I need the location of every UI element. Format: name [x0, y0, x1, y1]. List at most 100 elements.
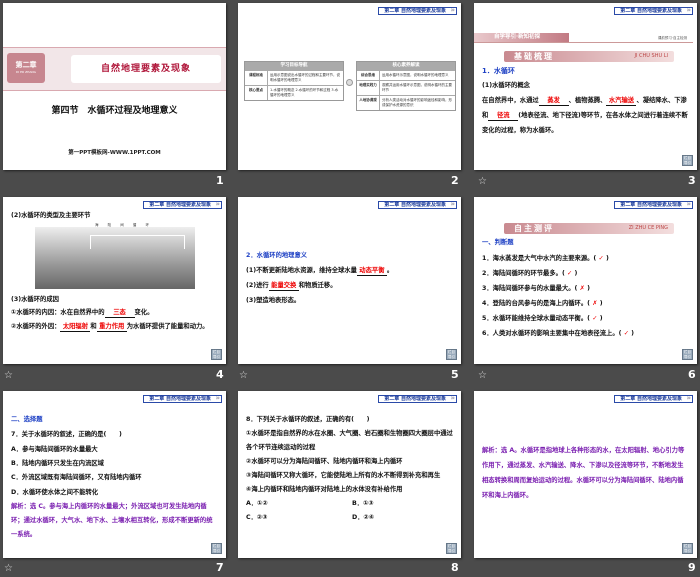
row-key: 综合思维 [357, 71, 380, 80]
paragraph: (3)塑造地表形态。 [246, 297, 301, 304]
row-key: 地理实践力 [357, 81, 380, 95]
row-value: 运用示意图说出水循环的过程和主要环节，说明水循环的地理意义 [270, 73, 340, 82]
cross-icon: ✗ [592, 300, 598, 307]
judgement-item: 2．海陆间循环的环节最多。( ✓ ) [482, 270, 578, 277]
judgement-item: 4．登陆的台风参与的是海上内循环。( ✗ ) [482, 300, 603, 307]
option: B．①③ [352, 500, 374, 507]
answer-blank: 太阳辐射 [60, 323, 91, 332]
question: 7．关于水循环的叙述，正确的是( ) [11, 431, 122, 438]
slide-thumbnail-2[interactable]: 第二章 自然地理要素及现象 学习目标导航 课程标准运用示意图说出水循环的过程和主… [238, 3, 461, 170]
row-key: 人地协调观 [357, 96, 380, 110]
slide-number: 1 [216, 174, 224, 187]
heading: 2．水循环的地理意义 [246, 252, 308, 259]
row-value: 分析人类活动对水循环的影响途径和影响，形成保护水资源的意识 [382, 98, 452, 107]
text: 、植物蒸腾、 [568, 97, 607, 104]
section-right-label: 课前预习·自主检测 [657, 36, 687, 40]
chapter-tag: 第二章 自然地理要素及现象 [143, 201, 222, 209]
slide-number: 3 [688, 174, 696, 187]
chapter-tag: 第二章 自然地理要素及现象 [143, 395, 222, 403]
water-cycle-diagram: 海 陆 间 循 环 [35, 223, 195, 289]
chapter-tag: 第二章 自然地理要素及现象 [378, 201, 457, 209]
paragraph: ①水循环的内因：水在自然界中的 三态 变化。 [11, 306, 218, 319]
statement: ②水循环可以分为海陆间循环、陆地内循环和海上内循环 [246, 458, 403, 465]
statement: 2．海陆间循环的环节最多。( [482, 270, 565, 277]
question: 8．下列关于水循环的叙述，正确的有( ) [246, 416, 370, 423]
judgement-item: 5．水循环能维持全球水量动态平衡。( ✓ ) [482, 315, 603, 322]
text: (1)不断更新陆地水资源，维持全球水量 [246, 267, 357, 274]
row-value: 1.水循环的概念 2.水循环的环节和过程 3.水循环的地理意义 [270, 88, 339, 97]
text: 为水循环提供了能量和动力。 [126, 323, 209, 330]
row-value: 运用水循环示意图，说明水循环的地理意义 [382, 73, 449, 77]
back-button[interactable]: 栏目导引 [446, 349, 457, 360]
question-block: 8．下列关于水循环的叙述，正确的有( ) ①水循环是指自然界的水在水圈、大气圈、… [246, 413, 453, 525]
cycle-arrow [90, 235, 185, 249]
chapter-label: 第二章 [15, 61, 37, 69]
slide-thumbnail-8[interactable]: 第二章 自然地理要素及现象 8．下列关于水循环的叙述，正确的有( ) ①水循环是… [238, 391, 461, 558]
back-button[interactable]: 栏目导引 [446, 543, 457, 554]
star-icon[interactable]: ☆ [478, 176, 487, 187]
slide-thumbnail-7[interactable]: 第二章 自然地理要素及现象 二、选择题 7．关于水循环的叙述，正确的是( ) A… [3, 391, 226, 558]
chapter-pinyin: DI ER ZHANG [15, 70, 36, 74]
paragraph: 在自然界中，水通过 蒸发 、植物蒸腾、 水汽输送 、凝结降水、下渗和 径流 (地表径流、地下… [482, 93, 689, 138]
judgement-item: 3．海陆间循环参与的水量最大。( ✗ ) [482, 285, 590, 292]
banner-pinyin: JI CHU SHU LI [634, 53, 668, 59]
chapter-title: 自然地理要素及现象 [71, 55, 221, 83]
banner-title: 自主测评 [514, 224, 554, 233]
statement: 1．海水蒸发是大气中水汽的主要来源。( [482, 255, 597, 262]
divider [474, 42, 693, 43]
back-button[interactable]: 栏目导引 [682, 155, 693, 166]
check-icon: ✓ [592, 315, 598, 322]
check-icon: ✓ [623, 330, 629, 337]
statement: ③海陆间循环又称大循环，它能使陆地上所有的水不断得到补充和再生 [246, 472, 441, 479]
slide-number: 4 [216, 368, 224, 381]
text: 在自然界中，水通过 [482, 97, 539, 104]
answer-blank: 蒸发 [538, 97, 569, 106]
footer-text: 第一PPT模板网-WWW.1PPT.COM [68, 150, 161, 156]
diagram-title: 海 陆 间 循 环 [95, 223, 153, 227]
chapter-tag: 第二章 自然地理要素及现象 [614, 395, 693, 403]
table-title: 核心素养解读 [357, 62, 455, 70]
slide-thumbnail-9[interactable]: 第二章 自然地理要素及现象 解析：选 A。水循环是指地球上各种形态的水，在太阳辐… [474, 391, 697, 558]
slide-thumbnail-1[interactable]: 第二章 DI ER ZHANG 自然地理要素及现象 第四节 水循环过程及地理意义… [3, 3, 226, 170]
statement: ①水循环是指自然界的水在水圈、大气圈、岩石圈和生物圈四大圈层中通过各个环节连续运… [246, 430, 453, 451]
back-button[interactable]: 栏目导引 [682, 543, 693, 554]
table-title: 学习目标导航 [245, 62, 343, 70]
slide-thumbnail-5[interactable]: 第二章 自然地理要素及现象 2．水循环的地理意义 (1)不断更新陆地水资源，维持… [238, 197, 461, 364]
subheading: (3)水循环的成因 [11, 296, 59, 303]
statement: 4．登陆的台风参与的是海上内循环。( [482, 300, 591, 307]
option: C．②③ [246, 514, 268, 521]
row-key: 核心要点 [245, 86, 268, 100]
row-value: 观察并运用水循环示意图，说明水循环的主要环节 [382, 83, 452, 92]
star-icon[interactable]: ☆ [478, 370, 487, 381]
star-icon[interactable]: ☆ [4, 370, 13, 381]
chapter-tag: 第二章 自然地理要素及现象 [614, 7, 693, 15]
link-circle-icon [346, 79, 353, 86]
star-icon[interactable]: ☆ [239, 370, 248, 381]
banner-title: 基础梳理 [514, 52, 554, 61]
chapter-tag: 第二章 自然地理要素及现象 [378, 395, 457, 403]
answer-blank: 动态平衡 [356, 267, 387, 276]
heading: 1．水循环 [482, 67, 515, 75]
table-row: 人地协调观 分析人类活动对水循环的影响途径和影响，形成保护水资源的意识 [357, 95, 455, 110]
analysis: 解析：选 C。参与海上内循环的水量最大；外流区域也可发生陆地内循环；通过水循环，… [11, 503, 213, 538]
paragraph: ②水循环的外因： 太阳辐射和重力作用 为水循环提供了能量和动力。 [11, 320, 218, 334]
table-row: 综合思维 运用水循环示意图，说明水循环的地理意义 [357, 70, 455, 80]
text: (2)进行 [246, 282, 269, 289]
slide-number: 9 [688, 561, 696, 574]
back-button[interactable]: 栏目导引 [682, 349, 693, 360]
answer-blank: 三态 [104, 309, 135, 318]
slide-thumbnail-4[interactable]: 第二章 自然地理要素及现象 (2)水循环的类型及主要环节 海 陆 间 循 环 (… [3, 197, 226, 364]
banner-pinyin: ZI ZHU CE PING [628, 225, 668, 231]
slide-thumbnail-6[interactable]: 第二章 自然地理要素及现象 自主测评 ZI ZHU CE PING 一、判断题 1… [474, 197, 697, 364]
star-icon[interactable]: ☆ [4, 563, 13, 574]
option: C．外流区域既有海陆间循环，又有陆地内循环 [11, 474, 142, 481]
back-button[interactable]: 栏目导引 [211, 349, 222, 360]
table-row: 核心要点 1.水循环的概念 2.水循环的环节和过程 3.水循环的地理意义 [245, 85, 343, 100]
slide-number: 2 [451, 174, 459, 187]
paragraph: (2)进行 能量交换 和物质迁移。 [246, 279, 453, 292]
back-button[interactable]: 栏目导引 [211, 543, 222, 554]
slide-thumbnail-3[interactable]: 第二章 自然地理要素及现象 自学导引·新知初探 课前预习·自主检测 基础梳理 JI… [474, 3, 697, 170]
table-row: 地理实践力 观察并运用水循环示意图，说明水循环的主要环节 [357, 80, 455, 95]
option: B．陆地内循环只发生在内流区域 [11, 460, 104, 467]
statement: 5．水循环能维持全球水量动态平衡。( [482, 315, 591, 322]
